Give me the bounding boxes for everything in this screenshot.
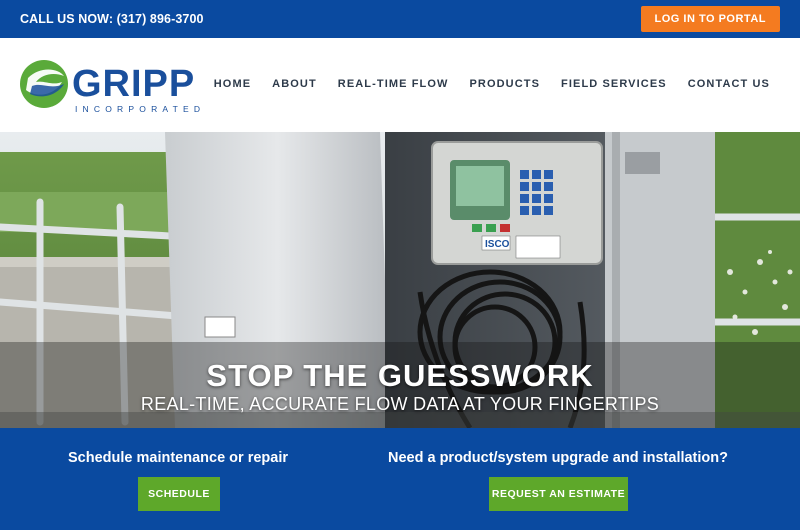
nav-about[interactable]: ABOUT bbox=[272, 78, 317, 90]
cta-schedule: Schedule maintenance or repair SCHEDULE bbox=[0, 428, 356, 530]
device-brand-label: ISCO bbox=[485, 239, 510, 250]
hero-subtitle: REAL-TIME, ACCURATE FLOW DATA AT YOUR FI… bbox=[140, 394, 660, 414]
hero-title: STOP THE GUESSWORK bbox=[206, 358, 594, 393]
cta-section: Schedule maintenance or repair SCHEDULE … bbox=[0, 428, 800, 530]
cta-schedule-heading: Schedule maintenance or repair bbox=[68, 450, 288, 466]
hero-banner: ISCO STOP THE GUESSWORK REAL-TIME, ACCUR… bbox=[0, 132, 800, 428]
nav-real-time-flow[interactable]: REAL-TIME FLOW bbox=[338, 78, 449, 90]
nav-home[interactable]: HOME bbox=[214, 78, 251, 90]
nav-contact-us[interactable]: CONTACT US bbox=[688, 78, 770, 90]
top-bar: CALL US NOW: (317) 896-3700 LOG IN TO PO… bbox=[0, 0, 800, 38]
nav-field-services[interactable]: FIELD SERVICES bbox=[561, 78, 667, 90]
logo-wordmark: GRIPP bbox=[72, 63, 195, 105]
main-nav: HOME ABOUT REAL-TIME FLOW PRODUCTS FIELD… bbox=[214, 78, 770, 90]
schedule-button[interactable]: SCHEDULE bbox=[138, 477, 220, 511]
cta-estimate: Need a product/system upgrade and instal… bbox=[356, 428, 760, 530]
call-us-phone[interactable]: CALL US NOW: (317) 896-3700 bbox=[20, 12, 204, 26]
nav-products[interactable]: PRODUCTS bbox=[470, 78, 541, 90]
cta-estimate-heading: Need a product/system upgrade and instal… bbox=[387, 450, 728, 466]
request-estimate-button[interactable]: REQUEST AN ESTIMATE bbox=[489, 477, 628, 511]
site-header: GRIPP INCORPORATED HOME ABOUT REAL-TIME … bbox=[0, 38, 800, 132]
login-portal-button[interactable]: LOG IN TO PORTAL bbox=[640, 6, 780, 32]
logo-tagline: INCORPORATED bbox=[75, 104, 205, 114]
